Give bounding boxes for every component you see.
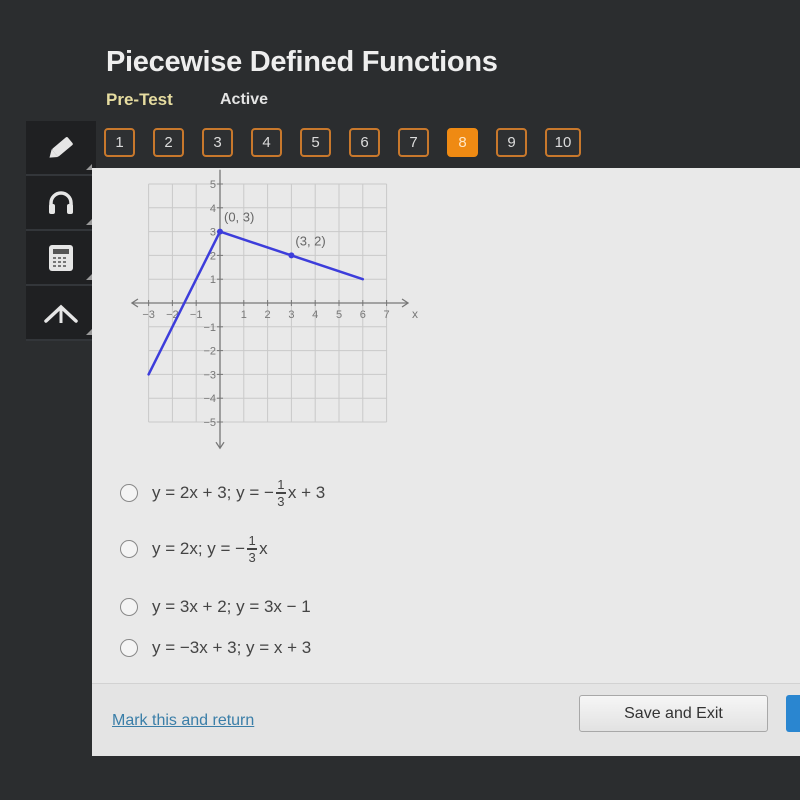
fraction: 13 (247, 533, 258, 565)
y-tick-label: 4 (210, 203, 216, 215)
question-button-5[interactable]: 5 (300, 128, 331, 157)
radio-button[interactable] (120, 598, 138, 616)
y-tick-label: −5 (203, 417, 216, 429)
calculator-icon (49, 244, 73, 271)
equation-text: y = 2x; y = − (152, 538, 246, 558)
collapse-tool-button[interactable] (26, 286, 96, 341)
y-tick-label: −1 (203, 322, 216, 334)
pencil-icon (49, 136, 73, 158)
question-button-7[interactable]: 7 (398, 128, 429, 157)
x-axis-label: x (412, 307, 418, 321)
answer-choice-1[interactable]: y = 2x + 3; y = − 13 x + 3 (120, 478, 325, 508)
question-button-4[interactable]: 4 (251, 128, 282, 157)
equation-text: x (259, 538, 268, 558)
point-labels: (0, 3) (3, 2) (224, 210, 326, 249)
question-button-6[interactable]: 6 (349, 128, 380, 157)
x-tick-label: −1 (190, 309, 203, 321)
choice-equation: y = 2x; y = − 13 x (152, 534, 268, 564)
answer-choice-2[interactable]: y = 2x; y = − 13 x (120, 534, 268, 564)
tool-sidebar (26, 121, 96, 341)
save-and-exit-button[interactable]: Save and Exit (579, 695, 768, 732)
calculator-tool-button[interactable] (26, 231, 96, 286)
answer-choice-4[interactable]: y = −3x + 3; y = x + 3 (120, 638, 311, 658)
y-tick-label: 3 (210, 227, 216, 239)
equation-text: x + 3 (287, 482, 326, 502)
mark-and-return-link[interactable]: Mark this and return (112, 712, 254, 730)
x-tick-label: −3 (142, 309, 155, 321)
question-button-1[interactable]: 1 (104, 128, 135, 157)
coordinate-graph: −3 −2 −1 1 2 3 4 5 6 754321−1−2−3−4−5x (0, 3)(3, … (130, 169, 418, 450)
choice-equation: y = 2x + 3; y = − 13 x + 3 (152, 478, 325, 508)
radio-button[interactable] (120, 483, 138, 502)
radio-button[interactable] (120, 639, 138, 657)
x-tick-label: 2 (265, 309, 271, 321)
answer-choice-3[interactable]: y = 3x + 2; y = 3x − 1 (120, 597, 311, 617)
denominator: 3 (248, 549, 256, 565)
question-button-8-current[interactable]: 8 (447, 128, 478, 157)
labeled-point (217, 228, 223, 235)
question-button-2[interactable]: 2 (153, 128, 184, 157)
footer-bar: Mark this and return Save and Exit (92, 683, 800, 756)
question-button-10[interactable]: 10 (545, 128, 581, 157)
question-navigation: 1 2 3 4 5 6 7 8 9 10 (104, 128, 581, 157)
choice-equation: y = −3x + 3; y = x + 3 (152, 638, 312, 657)
point-label: (3, 2) (295, 233, 325, 248)
y-tick-label: 5 (210, 179, 216, 191)
x-tick-label: 7 (384, 309, 390, 321)
x-tick-label: 5 (336, 309, 342, 321)
plot-lines (147, 228, 365, 376)
choice-equation: y = 3x + 2; y = 3x − 1 (152, 597, 311, 616)
question-button-9[interactable]: 9 (496, 128, 527, 157)
denominator: 3 (277, 493, 285, 509)
collapse-icon (44, 304, 78, 323)
x-tick-label: 6 (360, 309, 366, 321)
page-title: Piecewise Defined Functions (106, 46, 498, 78)
point-label: (0, 3) (224, 210, 254, 225)
x-tick-label: 3 (288, 309, 294, 321)
y-tick-label: −4 (203, 393, 216, 405)
y-tick-label: −2 (203, 346, 216, 358)
y-tick-label: 1 (210, 274, 216, 286)
headphones-icon (49, 190, 73, 214)
equation-text: y = 2x + 3; y = − (152, 482, 274, 502)
pencil-tool-button[interactable] (26, 121, 96, 176)
labeled-point (288, 252, 295, 259)
radio-button[interactable] (120, 539, 138, 558)
x-tick-label: 1 (241, 309, 247, 321)
audio-tool-button[interactable] (26, 176, 96, 231)
next-button[interactable] (786, 695, 800, 732)
fraction: 13 (275, 477, 286, 509)
question-button-3[interactable]: 3 (202, 128, 233, 157)
test-type-label: Pre-Test (106, 90, 173, 109)
x-tick-label: 4 (312, 309, 318, 321)
numerator: 1 (248, 533, 256, 548)
numerator: 1 (277, 477, 285, 492)
status-label: Active (220, 91, 269, 108)
y-tick-label: −3 (203, 369, 216, 381)
